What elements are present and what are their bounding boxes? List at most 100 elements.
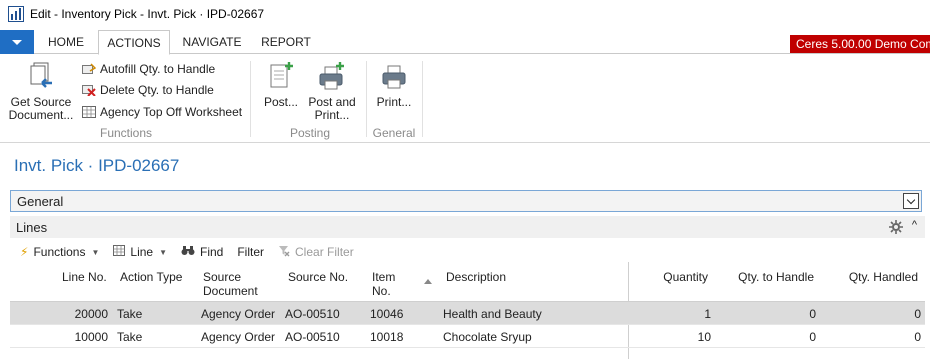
post-icon: [268, 61, 294, 91]
cell-source-no: AO-00510: [285, 330, 340, 344]
cell-line-no: 10000: [74, 330, 108, 344]
group-separator: [422, 61, 423, 137]
cell-qty-to-handle: 0: [809, 330, 816, 344]
cell-qty-to-handle: 0: [809, 307, 816, 321]
col-quantity[interactable]: Quantity: [630, 270, 708, 284]
functions-menu-label: Functions: [33, 245, 86, 259]
agency-top-off-button[interactable]: Agency Top Off Worksheet: [82, 103, 242, 121]
page-title: Invt. Pick · IPD-02667: [14, 156, 180, 175]
ribbon-tabs: HOME ACTIONS NAVIGATE REPORT Ceres 5.00.…: [0, 30, 930, 55]
cell-item-no: 10046: [370, 307, 404, 321]
general-fasttab[interactable]: General: [10, 190, 922, 212]
posting-group-label: Posting: [289, 126, 331, 140]
autofill-qty-button[interactable]: Autofill Qty. to Handle: [82, 60, 215, 78]
col-line-no[interactable]: Line No.: [62, 270, 107, 284]
group-separator: [366, 61, 367, 137]
delete-icon: [82, 84, 96, 97]
post-button[interactable]: Post...: [260, 61, 302, 109]
expand-button[interactable]: [903, 193, 919, 209]
collapse-icon[interactable]: ^: [912, 219, 917, 231]
post-print-label-2: Print...: [314, 108, 350, 122]
post-label: Post...: [263, 95, 298, 109]
app-icon: [8, 6, 24, 22]
general-group-label: General: [372, 126, 416, 140]
col-qty-handled[interactable]: Qty. Handled: [822, 270, 918, 284]
cell-item-no: 10018: [370, 330, 404, 344]
functions-menu-button[interactable]: ⚡ Functions ▼: [20, 245, 99, 259]
dropdown-arrow-icon: ▼: [91, 247, 100, 257]
group-separator: [250, 61, 251, 137]
cell-quantity: 10: [697, 330, 711, 344]
get-source-document-button[interactable]: Get Source Document...: [6, 61, 76, 122]
line-menu-label: Line: [130, 245, 154, 259]
print-label: Print...: [376, 95, 412, 109]
chevron-down-icon: [906, 195, 916, 204]
title-bar: Edit - Inventory Pick - Invt. Pick · IPD…: [0, 0, 930, 28]
cell-action-type: Take: [117, 307, 143, 321]
clear-filter-button[interactable]: Clear Filter: [278, 245, 354, 260]
agency-label: Agency Top Off Worksheet: [100, 105, 243, 119]
lines-label: Lines: [16, 220, 48, 235]
post-and-print-button[interactable]: Post and Print...: [304, 61, 360, 122]
delete-qty-button[interactable]: Delete Qty. to Handle: [82, 81, 214, 99]
dropdown-arrow-icon: ▼: [159, 247, 167, 257]
get-source-label-2: Document...: [8, 108, 74, 122]
cell-source-no: AO-00510: [285, 307, 340, 321]
cell-description: Health and Beauty: [443, 307, 542, 321]
lines-toolbar: ⚡ Functions ▼ Line ▼ Find Filter Clear F…: [10, 240, 925, 264]
gear-icon[interactable]: [889, 220, 903, 237]
tab-actions[interactable]: ACTIONS: [98, 30, 170, 55]
ribbon: Get Source Document... Autofill Qty. to …: [0, 55, 930, 143]
print-button[interactable]: Print...: [372, 61, 416, 109]
cell-description: Chocolate Sryup: [443, 330, 532, 344]
clear-filter-label: Clear Filter: [295, 245, 354, 259]
table-row[interactable]: 20000 Take Agency Order AO-00510 10046 H…: [10, 302, 925, 325]
delete-qty-label: Delete Qty. to Handle: [100, 83, 214, 97]
printer-icon: [381, 61, 407, 91]
sort-ascending-icon: [424, 279, 432, 284]
lines-part-header: Lines ^: [10, 216, 925, 238]
autofill-label: Autofill Qty. to Handle: [100, 62, 216, 76]
col-item-no[interactable]: Item No.: [372, 270, 395, 298]
cell-source-document: Agency Order: [201, 307, 276, 321]
filter-button[interactable]: Filter: [237, 245, 264, 259]
functions-group-label: Functions: [99, 126, 153, 140]
post-print-icon: [319, 61, 345, 91]
cell-qty-handled: 0: [914, 330, 921, 344]
tab-navigate[interactable]: NAVIGATE: [176, 30, 248, 54]
col-source-document-line1: Source: [203, 270, 242, 284]
autofill-icon: [82, 63, 97, 75]
cell-quantity: 1: [704, 307, 711, 321]
cell-source-document: Agency Order: [201, 330, 276, 344]
grid-icon: [113, 245, 126, 259]
company-badge: Ceres 5.00.00 Demo Comp: [790, 35, 930, 53]
clear-filter-icon: [278, 245, 290, 260]
col-item-no-line2: No.: [372, 284, 391, 298]
col-action-type[interactable]: Action Type: [120, 270, 182, 284]
col-item-no-line1: Item: [372, 270, 396, 284]
tab-report[interactable]: REPORT: [256, 30, 316, 54]
find-button[interactable]: Find: [181, 245, 223, 259]
application-menu-button[interactable]: [0, 30, 34, 54]
chevron-down-icon: [12, 39, 22, 45]
binoculars-icon: [181, 245, 195, 259]
general-fasttab-label: General: [17, 194, 64, 209]
col-source-document[interactable]: Source Document: [203, 270, 258, 298]
cell-qty-handled: 0: [914, 307, 921, 321]
cell-action-type: Take: [117, 330, 143, 344]
filter-label: Filter: [237, 245, 265, 259]
lines-grid-header: Line No. Action Type Source Document Sou…: [10, 266, 925, 302]
line-menu-button[interactable]: Line ▼: [113, 245, 167, 259]
lightning-icon: ⚡: [20, 245, 29, 259]
col-source-document-line2: Document: [203, 284, 258, 298]
table-row[interactable]: 10000 Take Agency Order AO-00510 10018 C…: [10, 325, 925, 348]
cell-line-no: 20000: [74, 307, 108, 321]
col-qty-to-handle[interactable]: Qty. to Handle: [718, 270, 814, 284]
find-label: Find: [200, 245, 224, 259]
window-title: Edit - Inventory Pick - Invt. Pick · IPD…: [30, 7, 265, 21]
tab-home[interactable]: HOME: [40, 30, 92, 54]
col-source-no[interactable]: Source No.: [288, 270, 348, 284]
worksheet-icon: [82, 106, 96, 118]
col-description[interactable]: Description: [446, 270, 506, 284]
get-source-document-icon: [28, 61, 54, 91]
